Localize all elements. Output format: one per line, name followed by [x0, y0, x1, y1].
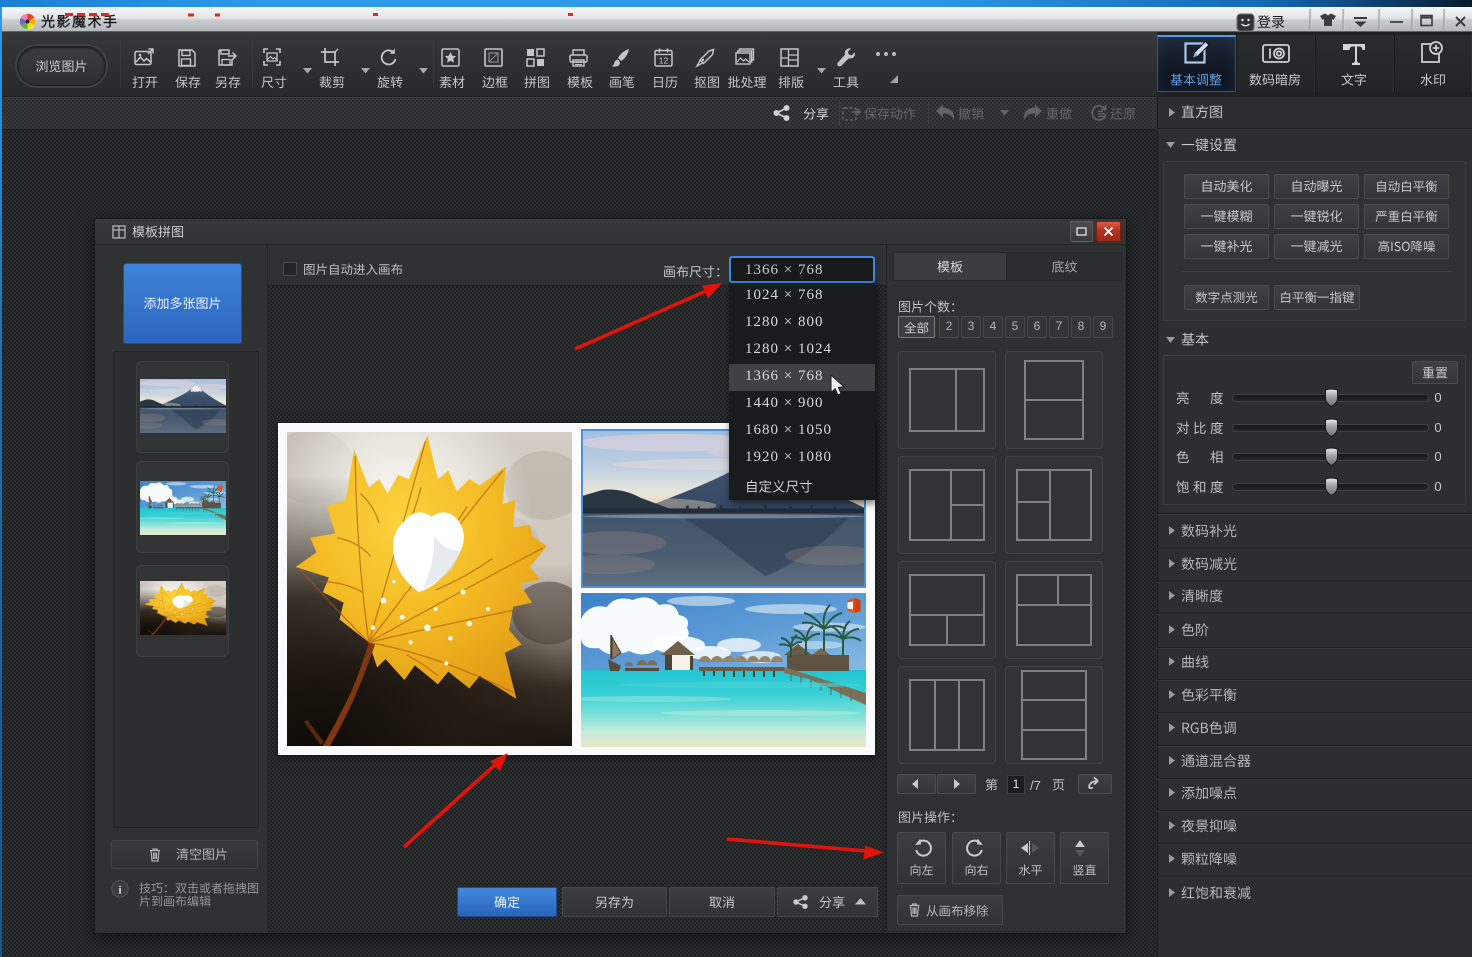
svg-text:12: 12 [659, 56, 669, 66]
